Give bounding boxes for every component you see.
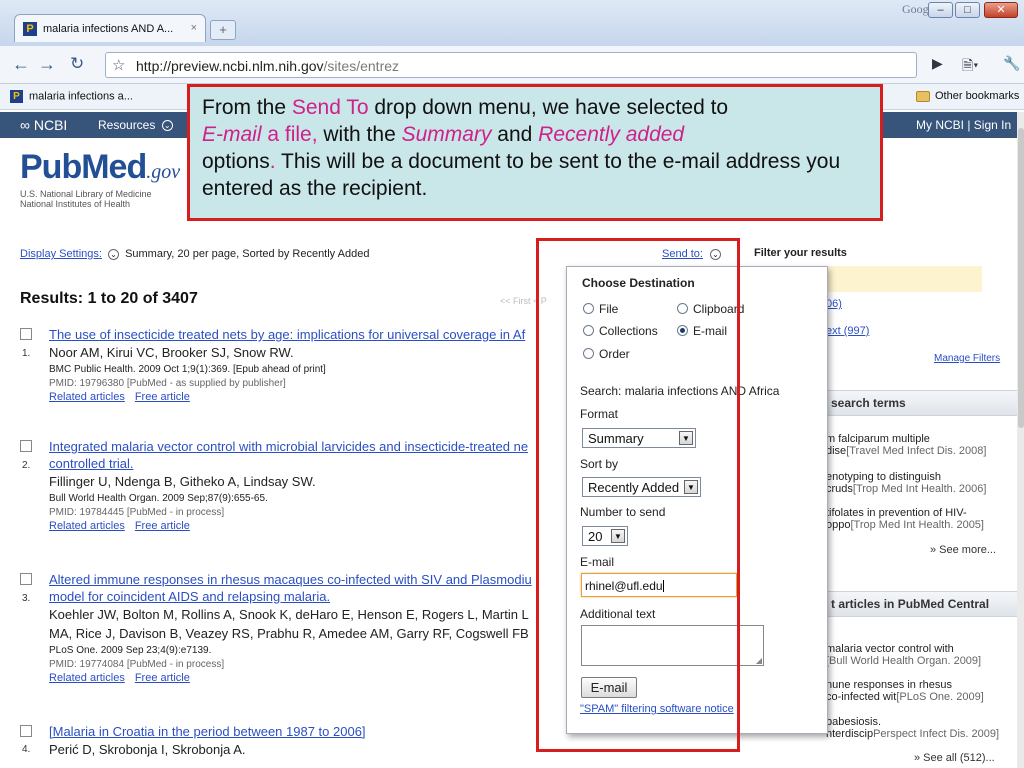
my-ncbi-sign-in[interactable]: My NCBI | Sign In	[916, 118, 1011, 132]
chevron-down-icon: ⌄	[161, 120, 173, 132]
result-checkbox[interactable]	[20, 440, 32, 452]
result-checkbox[interactable]	[20, 725, 32, 737]
back-arrow-icon[interactable]: ←	[12, 54, 30, 75]
result-checkbox[interactable]	[20, 573, 32, 585]
new-tab-button[interactable]: +	[210, 20, 236, 40]
related-articles-link[interactable]: Related articles	[49, 672, 125, 684]
ncbi-logo[interactable]: ∞ NCBI	[20, 117, 67, 133]
related-articles-link[interactable]: Related articles	[49, 520, 125, 532]
result-citation: Bull World Health Organ. 2009 Sep;87(9):…	[49, 493, 268, 504]
see-all-link[interactable]: » See all (512)...	[914, 752, 995, 764]
tab-title: malaria infections AND A...	[43, 23, 174, 35]
highlight-frame	[536, 238, 740, 752]
result-authors: Noor AM, Kirui VC, Brooker SJ, Snow RW.	[49, 345, 294, 360]
result-authors: Perić D, Skrobonja I, Skrobonja A.	[49, 742, 246, 757]
result-item: 4. [Malaria in Croatia in the period bet…	[20, 723, 560, 759]
display-settings-link[interactable]: Display Settings:	[20, 248, 102, 260]
result-authors-cont: MA, Rice J, Davison B, Veazey RS, Prabhu…	[49, 626, 529, 641]
browser-tab[interactable]: P malaria infections AND A... ×	[14, 14, 206, 42]
result-authors: Koehler JW, Bolton M, Rollins A, Snook K…	[49, 607, 529, 622]
related-term-item[interactable]: enotyping to distinguish cruds[Trop Med …	[826, 471, 1006, 495]
filter-free-text-link[interactable]: ext (997)	[826, 325, 869, 337]
result-pmid: PMID: 19774084 [PubMed - in process]	[49, 659, 225, 670]
manage-filters-link[interactable]: Manage Filters	[934, 353, 1000, 364]
result-checkbox[interactable]	[20, 328, 32, 340]
filter-all-link[interactable]: 06)	[826, 298, 842, 310]
display-settings-summary: Summary, 20 per page, Sorted by Recently…	[125, 248, 370, 260]
related-articles-link[interactable]: Related articles	[49, 391, 125, 403]
result-number: 2.	[22, 460, 31, 471]
result-number: 4.	[22, 744, 31, 755]
result-citation: BMC Public Health. 2009 Oct 1;9(1):369. …	[49, 364, 326, 375]
chevron-down-icon[interactable]: ⌄	[108, 248, 119, 260]
pmc-articles-header[interactable]: t articles in PubMed Central	[826, 591, 1018, 617]
result-citation: PLoS One. 2009 Sep 23;4(9):e7139.	[49, 645, 212, 656]
result-item: 3. Altered immune responses in rhesus ma…	[20, 571, 560, 685]
filter-highlight	[826, 266, 982, 292]
browser-toolbar: ← → ↻ ☆ http://preview.ncbi.nlm.nih.gov/…	[0, 46, 1024, 84]
results-count: Results: 1 to 20 of 3407	[20, 290, 198, 307]
result-item: 2. Integrated malaria vector control wit…	[20, 438, 560, 533]
result-authors: Fillinger U, Ndenga B, Githeko A, Lindsa…	[49, 474, 316, 489]
pmc-article-item[interactable]: nune responses in rhesus co-infected wit…	[826, 679, 1006, 703]
bookmark-star-icon[interactable]: ☆	[112, 56, 125, 74]
filter-results-title: Filter your results	[754, 247, 847, 259]
pmc-article-item[interactable]: babesiosis. nterdiscipPerspect Infect Di…	[826, 716, 1006, 740]
url-text: http://preview.ncbi.nlm.nih.gov/sites/en…	[136, 58, 400, 74]
address-bar[interactable]: ☆ http://preview.ncbi.nlm.nih.gov/sites/…	[105, 52, 917, 78]
resources-menu[interactable]: Resources ⌄	[98, 118, 176, 132]
window-close-icon[interactable]: ✕	[984, 2, 1018, 18]
result-title-link[interactable]: The use of insecticide treated nets by a…	[49, 326, 560, 343]
callout-text: From the Send To drop down menu, we have…	[202, 96, 841, 200]
other-bookmarks[interactable]: Other bookmarks	[916, 90, 1019, 102]
browser-title-bar: P malaria infections AND A... × + Google…	[0, 0, 1024, 46]
pubmed-logo[interactable]: PubMed.gov U.S. National Library of Medi…	[20, 148, 180, 209]
folder-icon	[916, 90, 930, 102]
see-more-link[interactable]: » See more...	[930, 544, 996, 556]
result-item: 1. The use of insecticide treated nets b…	[20, 326, 560, 404]
resize-grip-icon[interactable]: ◢	[756, 656, 762, 665]
result-pmid: PMID: 19796380 [PubMed - as supplied by …	[49, 378, 286, 389]
pubmed-favicon-icon: P	[10, 90, 23, 103]
tab-close-icon[interactable]: ×	[191, 22, 197, 34]
free-article-link[interactable]: Free article	[135, 520, 190, 532]
related-term-item[interactable]: m falciparum multiple dise[Travel Med In…	[826, 433, 1006, 457]
result-title-link[interactable]: [Malaria in Croatia in the period betwee…	[49, 723, 560, 740]
go-arrow-icon[interactable]: ▶	[932, 55, 943, 72]
forward-arrow-icon[interactable]: →	[38, 54, 56, 75]
wrench-icon[interactable]: 🔧	[1003, 55, 1020, 72]
minimize-icon[interactable]: –	[928, 2, 953, 18]
callout-box: From the Send To drop down menu, we have…	[187, 84, 883, 221]
result-number: 3.	[22, 593, 31, 604]
search-terms-header[interactable]: search terms	[826, 390, 1018, 416]
reload-icon[interactable]: ↻	[70, 54, 84, 74]
pmc-article-item[interactable]: malaria vector control with [Bull World …	[826, 643, 1006, 667]
result-number: 1.	[22, 348, 31, 359]
page-menu-icon[interactable]: 🗎▾	[962, 55, 978, 79]
free-article-link[interactable]: Free article	[135, 391, 190, 403]
related-term-item[interactable]: tifolates in prevention of HIV- oppo[Tro…	[826, 507, 1006, 531]
result-title-link-cont[interactable]: model for coincident AIDS and relapsing …	[49, 588, 560, 605]
result-title-link[interactable]: Integrated malaria vector control with m…	[49, 438, 560, 455]
maximize-icon[interactable]: □	[955, 2, 980, 18]
free-article-link[interactable]: Free article	[135, 672, 190, 684]
result-pmid: PMID: 19784445 [PubMed - in process]	[49, 507, 225, 518]
display-settings: Display Settings: ⌄ Summary, 20 per page…	[20, 248, 369, 260]
scrollbar-thumb[interactable]	[1018, 128, 1024, 428]
result-title-link-cont[interactable]: controlled trial.	[49, 455, 560, 472]
result-title-link[interactable]: Altered immune responses in rhesus macaq…	[49, 571, 560, 588]
pubmed-favicon-icon: P	[23, 22, 37, 36]
bookmark-item[interactable]: Pmalaria infections a...	[10, 90, 133, 103]
